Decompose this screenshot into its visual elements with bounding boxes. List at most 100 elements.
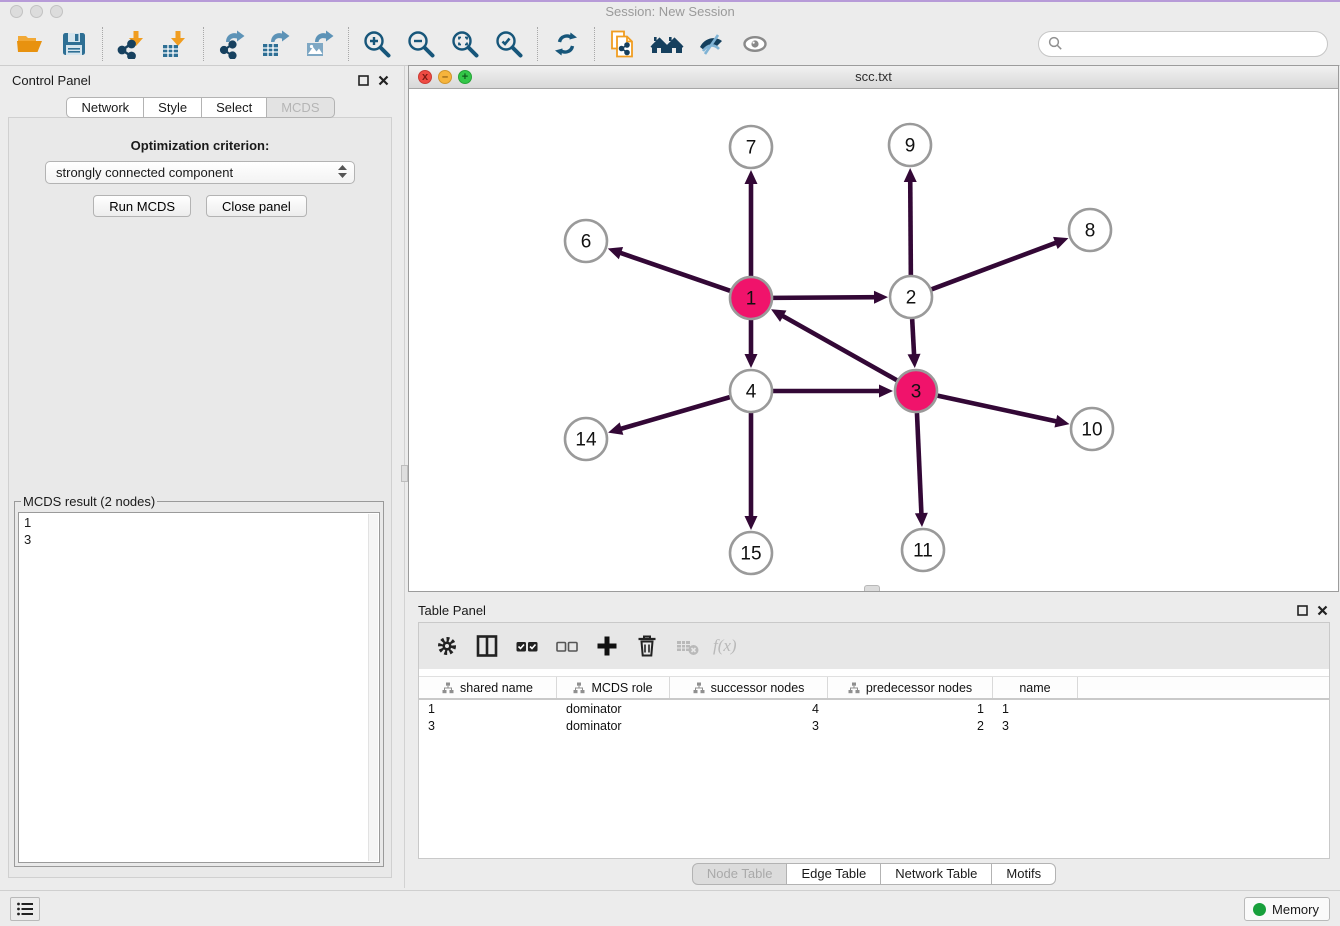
close-panel-button[interactable]: Close panel [206,195,307,217]
optimization-select[interactable]: strongly connected component [45,161,355,184]
graph-edge-3-1[interactable] [771,309,897,380]
panel-splitter[interactable] [401,66,408,888]
graph-node-14[interactable]: 14 [565,418,607,460]
node-table: shared nameMCDS rolesuccessor nodesprede… [419,676,1329,734]
delete-column-icon[interactable] [629,630,665,662]
mcds-result-text[interactable]: 13 [18,512,380,863]
search-box[interactable] [1038,31,1328,57]
graph-node-6[interactable]: 6 [565,220,607,262]
eye-icon[interactable] [733,25,777,63]
graph-node-10[interactable]: 10 [1071,408,1113,450]
eye-slash-icon[interactable] [689,25,733,63]
graph-edge-2-3[interactable] [908,319,921,368]
save-session-icon[interactable] [52,25,96,63]
float-panel-icon[interactable] [358,75,369,86]
export-image-icon[interactable] [298,25,342,63]
table-cell[interactable]: 3 [993,717,1078,734]
table-row[interactable]: 3dominator323 [419,717,1329,734]
add-column-icon[interactable] [589,630,625,662]
tab-edge-table[interactable]: Edge Table [786,863,881,885]
table-cell[interactable]: 1 [828,700,993,717]
graph-node-3[interactable]: 3 [895,370,937,412]
svg-text:6: 6 [581,232,592,253]
close-table-panel-icon[interactable] [1317,605,1328,616]
tab-select[interactable]: Select [201,97,267,118]
network-canvas[interactable]: 7 9 6 8 1 2 4 3 14 10 15 11 [409,89,1338,591]
import-network-icon[interactable] [109,25,153,63]
table-cell[interactable]: 3 [670,717,828,734]
tab-style[interactable]: Style [143,97,202,118]
table-cell[interactable]: 1 [419,700,557,717]
table-row[interactable]: 1dominator411 [419,700,1329,717]
zoom-fit-icon[interactable] [443,25,487,63]
graph-node-8[interactable]: 8 [1069,209,1111,251]
table-cell[interactable]: 3 [419,717,557,734]
select-all-icon[interactable] [509,630,545,662]
tab-network[interactable]: Network [66,97,144,118]
memory-button[interactable]: Memory [1244,897,1330,921]
result-scrollbar[interactable] [368,514,378,861]
status-bar: Memory [0,890,1340,926]
deselect-all-icon[interactable] [549,630,585,662]
graph-edge-1-6[interactable] [608,247,730,291]
zoom-in-icon[interactable] [355,25,399,63]
graph-edge-4-15[interactable] [745,413,758,530]
network-home-icon[interactable] [645,25,689,63]
network-from-selection-icon[interactable] [601,25,645,63]
memory-label: Memory [1272,902,1319,917]
table-cell[interactable]: 1 [993,700,1078,717]
open-session-icon[interactable] [8,25,52,63]
tab-mcds[interactable]: MCDS [266,97,334,118]
graph-node-4[interactable]: 4 [730,370,772,412]
graph-node-1[interactable]: 1 [730,277,772,319]
graph-edge-4-14[interactable] [608,397,730,435]
mcds-result-line: 1 [24,515,374,532]
table-cell[interactable]: dominator [557,700,670,717]
graph-edge-3-11[interactable] [915,413,928,527]
task-history-button[interactable] [10,897,40,921]
graph-edge-4-3[interactable] [773,385,893,398]
zoom-selected-icon[interactable] [487,25,531,63]
graph-edge-3-10[interactable] [938,396,1070,428]
export-network-icon[interactable] [210,25,254,63]
splitter-grip-icon[interactable] [401,465,408,482]
table-cell[interactable]: 2 [828,717,993,734]
column-header-MCDS-role[interactable]: MCDS role [557,677,670,698]
graph-edge-2-8[interactable] [932,237,1069,289]
export-table-icon[interactable] [254,25,298,63]
window-top-border [0,0,1340,2]
tab-network-table[interactable]: Network Table [880,863,992,885]
column-header-predecessor-nodes[interactable]: predecessor nodes [828,677,993,698]
column-header-name[interactable]: name [993,677,1078,698]
graph-node-11[interactable]: 11 [902,529,944,571]
graph-node-2[interactable]: 2 [890,276,932,318]
run-mcds-button[interactable]: Run MCDS [93,195,191,217]
column-header-successor-nodes[interactable]: successor nodes [670,677,828,698]
graph-edge-1-2[interactable] [773,291,888,304]
close-panel-icon[interactable] [378,75,389,86]
graph-node-9[interactable]: 9 [889,124,931,166]
graph-node-7[interactable]: 7 [730,126,772,168]
table-cell[interactable]: 4 [670,700,828,717]
graph-edge-1-4[interactable] [745,320,758,368]
graph-edge-1-7[interactable] [745,170,758,276]
graph-edge-2-9[interactable] [904,168,917,275]
canvas-resize-handle[interactable] [864,585,880,591]
import-table-icon[interactable] [153,25,197,63]
table-cell[interactable]: dominator [557,717,670,734]
apply-layout-icon[interactable] [544,25,588,63]
tab-node-table[interactable]: Node Table [692,863,788,885]
zoom-out-icon[interactable] [399,25,443,63]
svg-text:14: 14 [575,430,597,451]
function-builder-button[interactable]: f(x) [713,636,737,656]
float-table-panel-icon[interactable] [1297,605,1308,616]
delete-table-icon[interactable] [669,630,705,662]
search-input[interactable] [1069,36,1318,51]
graph-node-15[interactable]: 15 [730,532,772,574]
optimization-select-value: strongly connected component [56,165,233,180]
tab-motifs[interactable]: Motifs [991,863,1056,885]
table-mode-icon[interactable] [469,630,505,662]
column-header-shared-name[interactable]: shared name [419,677,557,698]
table-panel-tabs: Node TableEdge TableNetwork TableMotifs [408,863,1340,885]
column-settings-icon[interactable] [429,630,465,662]
